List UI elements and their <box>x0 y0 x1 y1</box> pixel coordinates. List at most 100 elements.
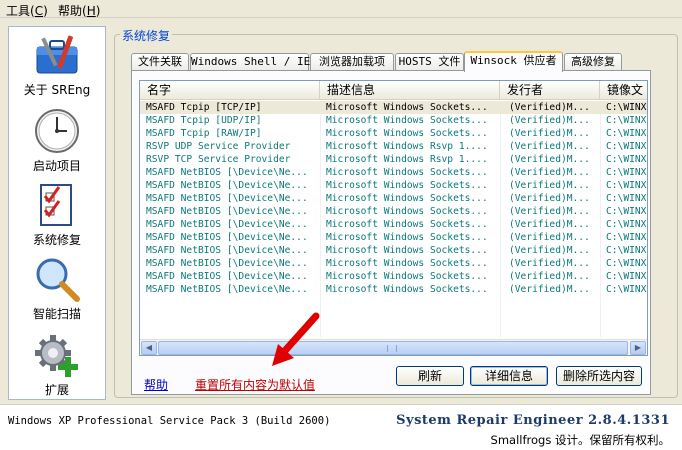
cell-description: Microsoft Windows Sockets... <box>326 206 488 217</box>
os-info-text: Windows XP Professional Service Pack 3 (… <box>8 415 331 427</box>
magnifier-icon <box>33 255 81 303</box>
details-button[interactable]: 详细信息 <box>470 366 548 386</box>
cell-image-file: C:\WINX <box>606 193 647 204</box>
cell-name: MSAFD NetBIOS [\Device\Ne... <box>146 245 308 256</box>
delete-selected-button[interactable]: 删除所选内容 <box>556 366 642 386</box>
cell-description: Microsoft Windows Sockets... <box>326 193 488 204</box>
sidebar-item-smart-scan[interactable]: 智能扫描 <box>9 255 105 322</box>
toolbox-icon <box>33 31 81 79</box>
column-header-publisher[interactable]: 发行者 <box>500 81 600 99</box>
sidebar-label: 启动项目 <box>32 159 81 173</box>
cell-image-file: C:\WINX <box>606 219 647 230</box>
tab-windows-shell-ie[interactable]: Windows Shell / IE <box>190 53 310 71</box>
cell-description: Microsoft Windows Rsvp 1.... <box>326 154 488 165</box>
cell-publisher: (Verified)M... <box>509 232 590 243</box>
sidebar-item-about[interactable]: 关于 SREng <box>9 31 105 98</box>
cell-name: MSAFD NetBIOS [\Device\Ne... <box>146 219 308 230</box>
cell-description: Microsoft Windows Sockets... <box>326 128 488 139</box>
cell-name: MSAFD NetBIOS [\Device\Ne... <box>146 206 308 217</box>
column-header-name[interactable]: 名字 <box>140 81 320 99</box>
winsock-list[interactable]: 名字 描述信息 发行者 镜像文 MSAFD Tcpip [TCP/IP] Micr… <box>139 80 648 356</box>
horizontal-scrollbar[interactable]: ◀ ▶ <box>140 339 647 355</box>
table-row[interactable]: MSAFD NetBIOS [\Device\Ne... Microsoft Wi… <box>140 283 647 296</box>
cell-publisher: (Verified)M... <box>509 206 590 217</box>
tab-browser-addons[interactable]: 浏览器加载项 <box>310 53 394 71</box>
table-row[interactable]: MSAFD NetBIOS [\Device\Ne... Microsoft Wi… <box>140 166 647 179</box>
table-row[interactable]: MSAFD NetBIOS [\Device\Ne... Microsoft Wi… <box>140 179 647 192</box>
cell-publisher: (Verified)M... <box>509 102 590 113</box>
cell-name: MSAFD NetBIOS [\Device\Ne... <box>146 284 308 295</box>
table-row[interactable]: MSAFD Tcpip [TCP/IP] Microsoft Windows So… <box>140 101 647 114</box>
cell-name: MSAFD Tcpip [UDP/IP] <box>146 115 262 126</box>
tab-winsock-provider[interactable]: Winsock 供应者 <box>464 51 563 72</box>
cell-image-file: C:\WINX <box>606 284 647 295</box>
table-row[interactable]: MSAFD NetBIOS [\Device\Ne... Microsoft Wi… <box>140 192 647 205</box>
cell-image-file: C:\WINX <box>606 167 647 178</box>
scroll-thumb[interactable] <box>158 341 628 355</box>
table-row[interactable]: MSAFD Tcpip [UDP/IP] Microsoft Windows So… <box>140 114 647 127</box>
tab-advanced-repair[interactable]: 高级修复 <box>564 53 622 71</box>
cell-publisher: (Verified)M... <box>509 154 590 165</box>
cell-description: Microsoft Windows Sockets... <box>326 271 488 282</box>
cell-description: Microsoft Windows Sockets... <box>326 102 488 113</box>
cell-description: Microsoft Windows Sockets... <box>326 115 488 126</box>
cell-publisher: (Verified)M... <box>509 167 590 178</box>
menu-tools[interactable]: 工具(C) <box>6 2 48 19</box>
sidebar-item-system-repair[interactable]: 系统修复 <box>9 181 105 248</box>
tab-hosts-file[interactable]: HOSTS 文件 <box>395 53 464 71</box>
table-row[interactable]: MSAFD NetBIOS [\Device\Ne... Microsoft Wi… <box>140 270 647 283</box>
cell-name: RSVP TCP Service Provider <box>146 154 291 165</box>
copyright-text: Smallfrogs 设计。保留所有权利。 <box>490 433 670 447</box>
table-row[interactable]: MSAFD NetBIOS [\Device\Ne... Microsoft Wi… <box>140 257 647 270</box>
sidebar-item-startup[interactable]: 启动项目 <box>9 107 105 174</box>
cell-publisher: (Verified)M... <box>509 180 590 191</box>
scroll-left-arrow-icon[interactable]: ◀ <box>141 341 157 355</box>
cell-description: Microsoft Windows Sockets... <box>326 219 488 230</box>
group-title: 系统修复 <box>120 27 173 44</box>
cell-name: MSAFD Tcpip [TCP/IP] <box>146 102 262 113</box>
cell-publisher: (Verified)M... <box>509 141 590 152</box>
red-arrow-annotation <box>272 312 320 366</box>
cell-publisher: (Verified)M... <box>509 193 590 204</box>
sidebar-label: 系统修复 <box>32 233 81 247</box>
reset-defaults-link[interactable]: 重置所有内容为默认值 <box>195 376 315 393</box>
sidebar-item-extension[interactable]: 扩展 <box>9 331 105 398</box>
menu-help[interactable]: 帮助(H) <box>58 2 100 19</box>
cell-name: MSAFD NetBIOS [\Device\Ne... <box>146 271 308 282</box>
cell-description: Microsoft Windows Rsvp 1.... <box>326 141 488 152</box>
sidebar-label: 智能扫描 <box>32 307 81 321</box>
sidebar-label: 扩展 <box>44 383 69 397</box>
table-row[interactable]: MSAFD NetBIOS [\Device\Ne... Microsoft Wi… <box>140 218 647 231</box>
cell-description: Microsoft Windows Sockets... <box>326 167 488 178</box>
scroll-right-arrow-icon[interactable]: ▶ <box>630 341 646 355</box>
cell-publisher: (Verified)M... <box>509 271 590 282</box>
app-name-version: System Repair Engineer 2.8.4.1331 <box>396 413 670 428</box>
table-row[interactable]: MSAFD NetBIOS [\Device\Ne... Microsoft Wi… <box>140 244 647 257</box>
cell-image-file: C:\WINX <box>606 206 647 217</box>
column-header-description[interactable]: 描述信息 <box>320 81 500 99</box>
cell-image-file: C:\WINX <box>606 141 647 152</box>
help-link[interactable]: 帮助 <box>144 376 168 393</box>
clock-icon <box>33 107 81 155</box>
cell-image-file: C:\WINX <box>606 102 647 113</box>
cell-image-file: C:\WINX <box>606 258 647 269</box>
table-row[interactable]: MSAFD NetBIOS [\Device\Ne... Microsoft Wi… <box>140 205 647 218</box>
cell-name: RSVP UDP Service Provider <box>146 141 291 152</box>
status-footer: Windows XP Professional Service Pack 3 (… <box>0 404 682 450</box>
table-row[interactable]: RSVP UDP Service Provider Microsoft Windo… <box>140 140 647 153</box>
tab-file-association[interactable]: 文件关联 <box>131 53 189 71</box>
cell-name: MSAFD NetBIOS [\Device\Ne... <box>146 258 308 269</box>
list-header: 名字 描述信息 发行者 镜像文 <box>140 81 647 100</box>
cell-name: MSAFD NetBIOS [\Device\Ne... <box>146 167 308 178</box>
list-rows: MSAFD Tcpip [TCP/IP] Microsoft Windows So… <box>140 101 647 296</box>
cell-publisher: (Verified)M... <box>509 245 590 256</box>
cell-image-file: C:\WINX <box>606 232 647 243</box>
table-row[interactable]: RSVP TCP Service Provider Microsoft Windo… <box>140 153 647 166</box>
table-row[interactable]: MSAFD NetBIOS [\Device\Ne... Microsoft Wi… <box>140 231 647 244</box>
refresh-button[interactable]: 刷新 <box>396 366 464 386</box>
cell-image-file: C:\WINX <box>606 115 647 126</box>
cell-publisher: (Verified)M... <box>509 219 590 230</box>
column-header-image-file[interactable]: 镜像文 <box>600 81 647 99</box>
cell-description: Microsoft Windows Sockets... <box>326 284 488 295</box>
table-row[interactable]: MSAFD Tcpip [RAW/IP] Microsoft Windows So… <box>140 127 647 140</box>
